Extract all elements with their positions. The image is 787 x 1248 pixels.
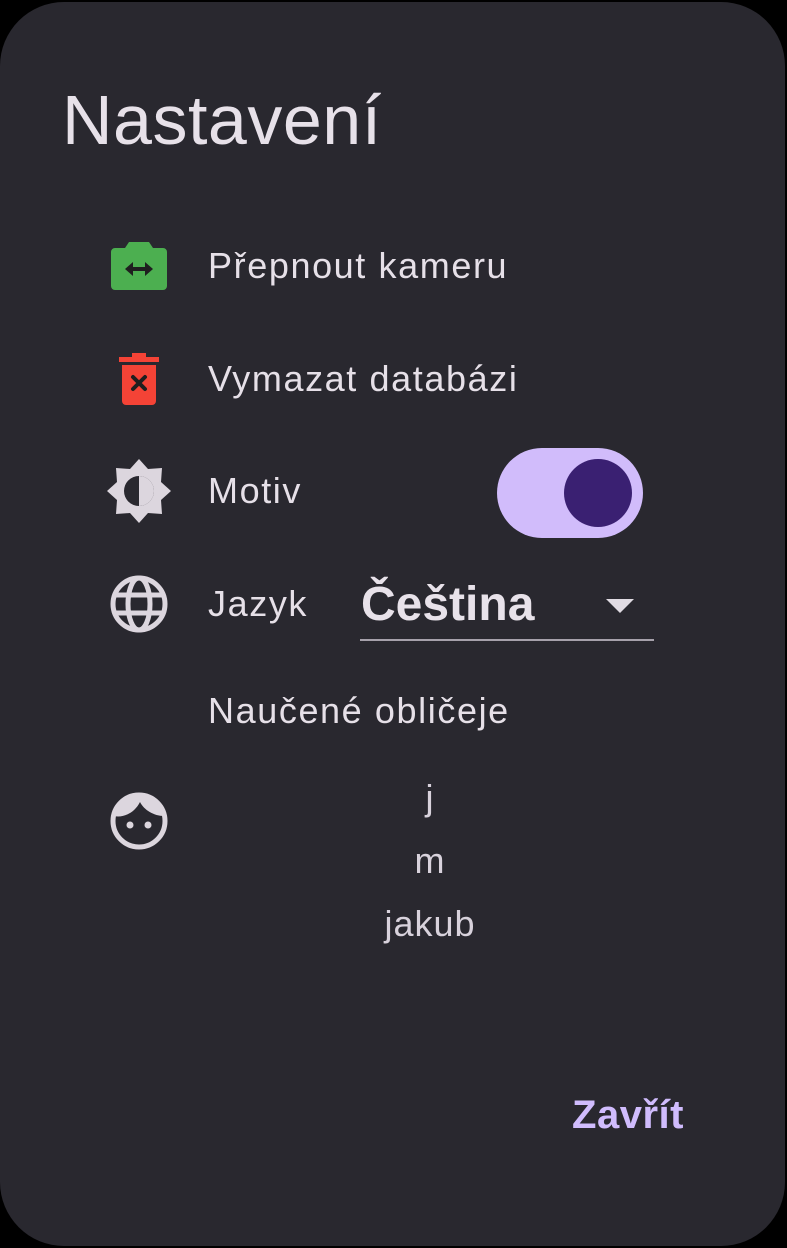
theme-label: Motiv	[208, 470, 303, 511]
switch-camera-label: Přepnout kameru	[208, 245, 509, 286]
brightness-icon	[106, 456, 172, 526]
list-item[interactable]: jakub	[330, 892, 530, 955]
learned-faces-list: j m jakub	[330, 766, 530, 955]
chevron-down-icon	[606, 599, 634, 613]
toggle-knob	[564, 459, 632, 527]
clear-database-label: Vymazat databázi	[208, 358, 519, 399]
clear-database-row[interactable]: Vymazat databázi	[106, 344, 666, 414]
language-dropdown[interactable]: Čeština	[360, 570, 654, 641]
camera-switch-icon	[106, 231, 172, 301]
settings-dialog: Nastavení Přepnout kameru Vymazat databá…	[0, 2, 785, 1246]
delete-forever-icon	[106, 344, 172, 414]
close-button[interactable]: Zavřít	[556, 1080, 700, 1150]
learned-faces-label: Naučené obličeje	[208, 690, 510, 731]
switch-camera-row[interactable]: Přepnout kameru	[106, 231, 666, 301]
theme-toggle[interactable]	[497, 448, 643, 538]
face-icon	[106, 786, 172, 856]
dialog-title: Nastavení	[62, 81, 382, 159]
globe-icon	[106, 569, 172, 639]
list-item[interactable]: m	[330, 829, 530, 892]
language-label: Jazyk	[208, 583, 309, 624]
list-item[interactable]: j	[330, 766, 530, 829]
language-selected-value: Čeština	[361, 578, 535, 631]
